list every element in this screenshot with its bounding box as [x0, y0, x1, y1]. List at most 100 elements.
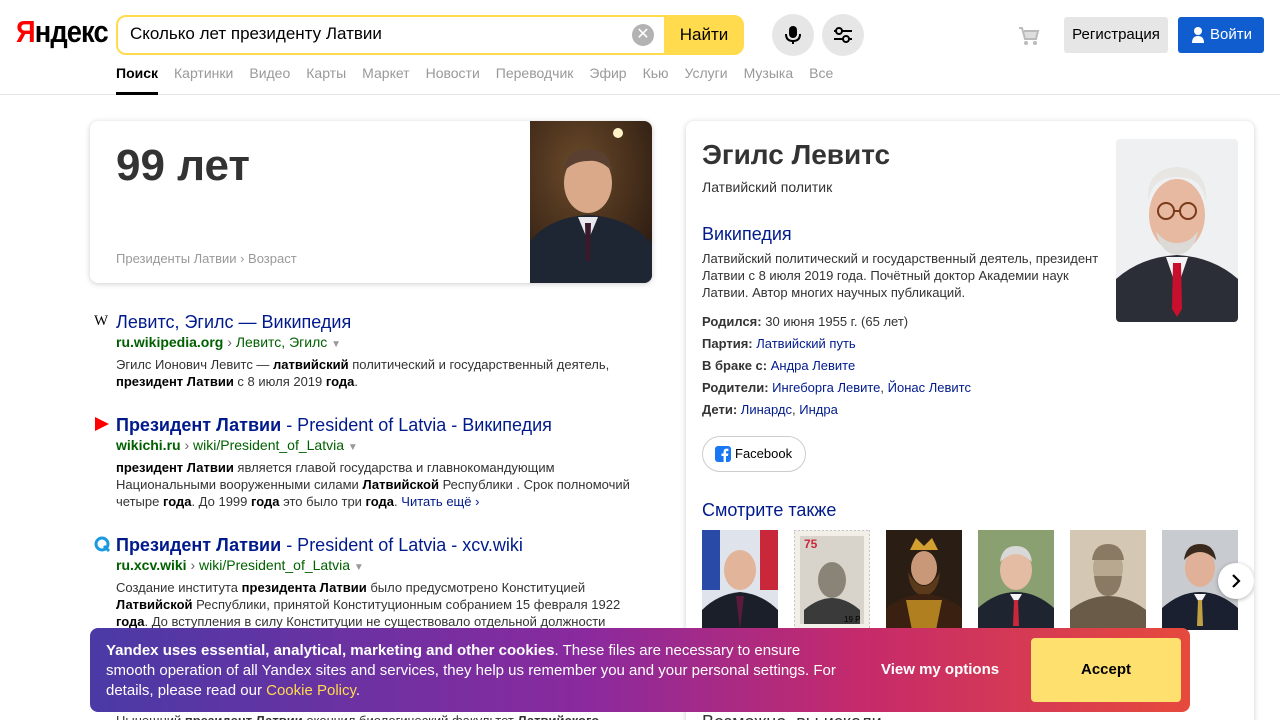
maybe-searched-heading: Возможно, вы искали [702, 712, 882, 720]
result-snippet: Эгилс Ионович Левитс — латвийский полити… [116, 357, 610, 389]
site-favicon-icon [94, 536, 110, 552]
related-person-thumb[interactable] [886, 530, 962, 630]
search-input[interactable] [130, 24, 610, 44]
clear-icon[interactable]: ✕ [632, 24, 654, 46]
search-button[interactable]: Найти [664, 17, 744, 53]
party-link[interactable]: Латвийский путь [756, 336, 855, 351]
fact-children: Дети: Линардс, Индра [702, 402, 838, 417]
result-url[interactable]: ru.wikipedia.org › Левитс, Эгилс ▼ [116, 333, 646, 354]
result-url[interactable]: wikichi.ru › wiki/President_of_Latvia ▼ [116, 436, 646, 457]
entity-photo[interactable] [1116, 139, 1238, 322]
result-path[interactable]: wiki/President_of_Latvia [193, 437, 344, 453]
read-more-link[interactable]: Читать ещё › [401, 494, 479, 509]
entity-description: Латвийский политический и государственны… [702, 251, 1099, 300]
svg-text:75: 75 [804, 537, 818, 551]
carousel-next-button[interactable] [1218, 563, 1254, 599]
answer-value: 99 лет [116, 141, 250, 190]
fact-parents: Родители: Ингеборга Левите, Йонас Левитс [702, 380, 971, 395]
cart-icon[interactable] [1018, 26, 1040, 51]
view-options-button[interactable]: View my options [881, 661, 999, 678]
result-snippet: президент Латвии является главой государ… [116, 459, 646, 510]
result-host[interactable]: wikichi.ru [116, 437, 181, 453]
voice-search-button[interactable] [772, 14, 814, 56]
cookie-banner: Yandex uses essential, analytical, marke… [90, 628, 1190, 712]
answer-source[interactable]: Президенты Латвии › Возраст [116, 251, 297, 266]
parent-link[interactable]: Йонас Левитс [888, 380, 971, 395]
fact-party: Партия: Латвийский путь [702, 336, 856, 351]
related-person-thumb[interactable] [702, 530, 778, 630]
tab-efir[interactable]: Эфир [589, 65, 626, 95]
tab-services[interactable]: Услуги [685, 65, 728, 95]
accept-button[interactable]: Accept [1031, 638, 1181, 702]
wikipedia-icon: W [94, 313, 109, 329]
facebook-icon [715, 446, 731, 462]
header: Яндекс ✕ Найти Регистрация [0, 0, 1280, 95]
result-snippet: Создание института президента Латвии был… [116, 580, 621, 629]
spouse-link[interactable]: Андра Левите [771, 358, 855, 373]
tab-maps[interactable]: Карты [306, 65, 346, 95]
result-url[interactable]: ru.xcv.wiki › wiki/President_of_Latvia ▼ [116, 556, 646, 577]
child-link[interactable]: Линардс [741, 402, 792, 417]
search-tabs: Поиск Картинки Видео Карты Маркет Новост… [116, 65, 849, 95]
facebook-button[interactable]: Facebook [702, 436, 806, 472]
result-title-text[interactable]: - President of Latvia - xcv.wiki [281, 535, 523, 555]
result-host[interactable]: ru.xcv.wiki [116, 557, 187, 573]
filters-button[interactable] [822, 14, 864, 56]
cookie-text: Yandex uses essential, analytical, marke… [106, 642, 836, 699]
tab-music[interactable]: Музыка [744, 65, 794, 95]
tab-news[interactable]: Новости [426, 65, 480, 95]
result-title[interactable]: Президент Латвии - President of Latvia -… [116, 534, 646, 556]
caret-down-icon[interactable]: ▼ [348, 442, 358, 453]
sliders-icon [834, 27, 852, 43]
fact-born: Родился: 30 июня 1955 г. (65 лет) [702, 314, 909, 329]
logo-letter: Я [16, 14, 36, 49]
result-title-text[interactable]: - President of Latvia - Википедия [281, 415, 552, 435]
chevron-right-icon [1232, 574, 1241, 588]
play-icon [95, 417, 109, 431]
snippet-text: президент Латвии является главой государ… [116, 460, 630, 509]
login-button[interactable]: Войти [1178, 17, 1264, 53]
parent-link[interactable]: Ингеборга Левите [772, 380, 880, 395]
result-title-bold[interactable]: Президент Латвии [116, 415, 281, 435]
result-title[interactable]: Президент Латвии - President of Latvia -… [116, 414, 646, 436]
related-person-thumb[interactable] [1070, 530, 1146, 630]
result-path[interactable]: Левитс, Эгилс [236, 334, 327, 350]
logo-text: ндекс [34, 14, 109, 49]
tab-video[interactable]: Видео [249, 65, 290, 95]
entity-subtitle: Латвийский политик [702, 179, 833, 195]
register-button[interactable]: Регистрация [1064, 17, 1168, 53]
related-person-thumb[interactable] [978, 530, 1054, 630]
result-host[interactable]: ru.wikipedia.org [116, 334, 223, 350]
search-box: ✕ Найти [116, 15, 744, 55]
tab-search[interactable]: Поиск [116, 65, 159, 95]
svg-text:19 Р: 19 Р [844, 615, 860, 624]
search-field-wrap: ✕ [118, 17, 664, 53]
fact-answer-card[interactable]: 99 лет Президенты Латвии › Возраст [90, 121, 652, 283]
facebook-label: Facebook [735, 446, 793, 461]
result-path[interactable]: wiki/President_of_Latvia [199, 557, 350, 573]
tab-all[interactable]: Все [809, 65, 833, 95]
related-stamp-thumb[interactable]: 75 19 Р [794, 530, 870, 630]
tab-images[interactable]: Картинки [174, 65, 233, 95]
child-link[interactable]: Индра [799, 402, 838, 417]
president-photo [530, 121, 652, 283]
cookie-policy-link[interactable]: Cookie Policy [266, 682, 356, 699]
fact-spouse: В браке с: Андра Левите [702, 358, 856, 373]
tab-translator[interactable]: Переводчик [496, 65, 574, 95]
tab-market[interactable]: Маркет [362, 65, 409, 95]
microphone-icon [785, 26, 801, 44]
login-label: Войти [1210, 26, 1252, 43]
result-title-bold[interactable]: Президент Латвии [116, 535, 281, 555]
see-also-heading[interactable]: Смотрите также [702, 500, 836, 521]
yandex-logo[interactable]: Яндекс [16, 14, 109, 50]
tab-q[interactable]: Кью [643, 65, 669, 95]
entity-facts: Родился: 30 июня 1955 г. (65 лет) Партия… [702, 311, 1102, 421]
user-icon [1192, 27, 1204, 43]
search-result: Президент Латвии - President of Latvia -… [95, 414, 646, 510]
wikipedia-link[interactable]: Википедия [702, 224, 792, 245]
caret-down-icon[interactable]: ▼ [331, 339, 341, 350]
result-title[interactable]: Левитс, Эгилс — Википедия [116, 311, 646, 333]
caret-down-icon[interactable]: ▼ [354, 562, 364, 573]
result-title-text[interactable]: Левитс, Эгилс — Википедия [116, 312, 351, 332]
see-also-carousel: 75 19 Р [702, 530, 1254, 630]
